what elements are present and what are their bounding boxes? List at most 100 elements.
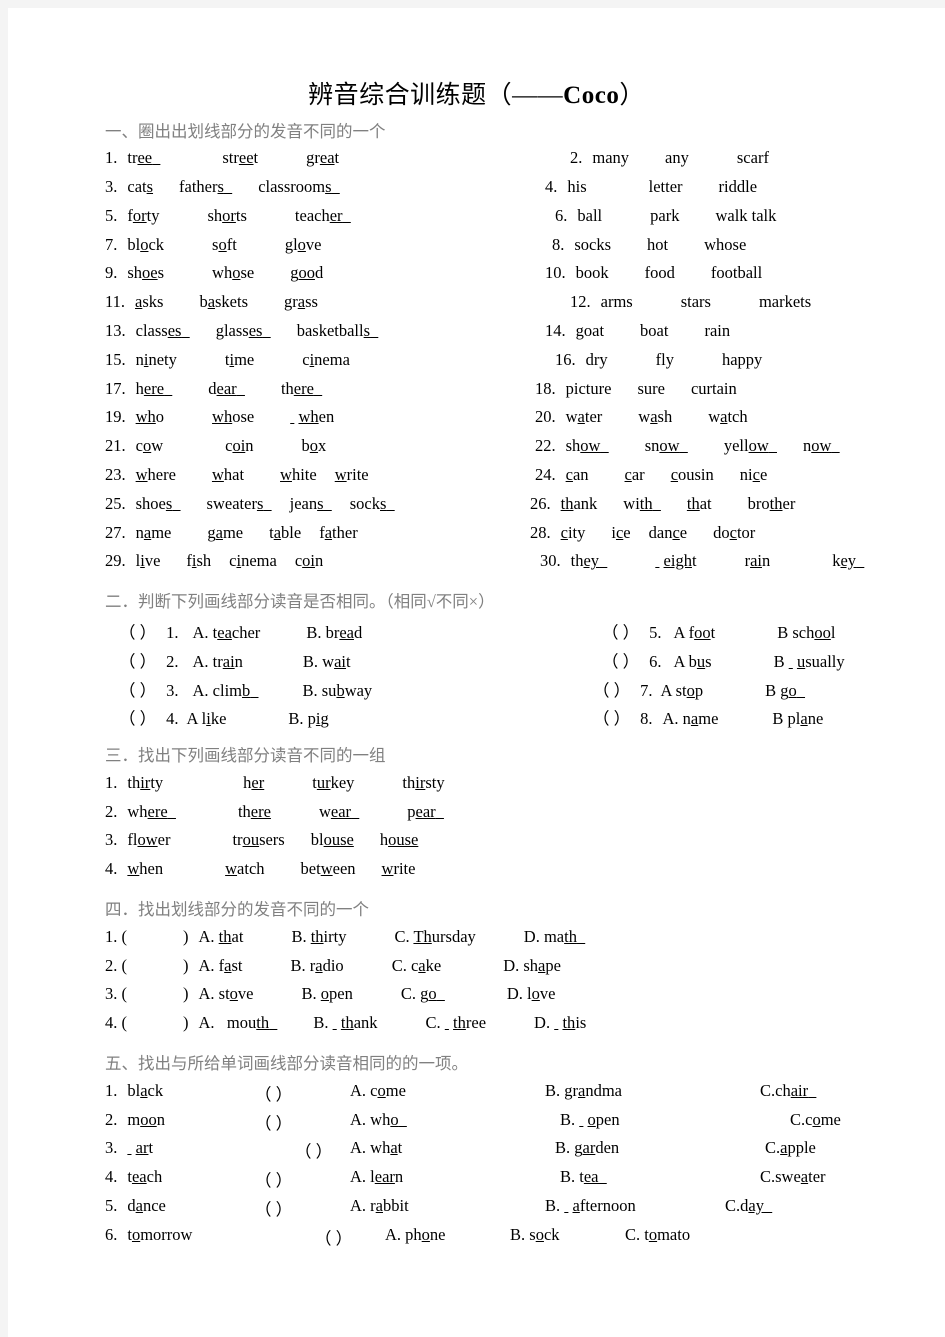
word-token: thirsty [402, 772, 445, 792]
answer-bracket[interactable]: （ ） [602, 623, 639, 642]
word-token: can [565, 465, 589, 485]
answer-bracket[interactable]: （ ） [602, 652, 639, 671]
question-number: 24. [535, 465, 556, 485]
question-row: 21. cow coin box 22. show snow yellow now [105, 436, 945, 465]
question-left: 11. asks baskets grass [105, 292, 318, 312]
word-token: watch [225, 859, 265, 879]
question-number: 22. [535, 436, 556, 456]
option-b: B. open [301, 984, 353, 1004]
word-token: cinema [229, 551, 277, 571]
judgement-right: （ ） 5. A foot B school [602, 619, 835, 643]
answer-bracket[interactable]: （ ） [593, 681, 630, 700]
option-c: C.day [725, 1195, 764, 1215]
group-left: 4. when watch between write [105, 859, 415, 879]
word-token: they [570, 551, 600, 571]
answer-bracket[interactable]: （ ） [255, 1196, 292, 1220]
word-token: city [560, 522, 586, 542]
option-c: C.chair [760, 1080, 809, 1100]
word-token: whose [212, 407, 255, 427]
judgement-left: （ ） 1. A. teacher B. bread [119, 619, 362, 643]
option-a: A like [186, 709, 227, 729]
question-left: 25. shoes sweaters jeans socks [105, 494, 395, 514]
word-token: water [565, 407, 603, 427]
question-number: 1. [166, 622, 179, 642]
question-number: 14. [545, 321, 566, 341]
answer-bracket[interactable]: （ ） [119, 652, 156, 671]
word-token: fish [186, 551, 212, 571]
word-token: rain [704, 321, 731, 341]
option-b: B. thank [313, 1013, 378, 1033]
section-2-rows: （ ） 1. A. teacher B. bread （ ） 5. A foot B scho… [8, 619, 945, 734]
answer-bracket[interactable]: （ ） [119, 709, 156, 728]
prompt-word: tomorrow [127, 1224, 193, 1244]
question-number: 2. ( [105, 955, 127, 975]
choice-row: 2. () A. fast B. radio C. cake D. shape [105, 956, 945, 985]
answer-bracket[interactable]: （ ） [295, 1138, 332, 1162]
option-c: C.apple [765, 1138, 816, 1158]
title-close-paren: ） [619, 82, 645, 109]
question-left: 21. cow coin box [105, 436, 326, 456]
word-token: shoes [135, 493, 173, 513]
word-token: dear [208, 378, 237, 398]
answer-bracket[interactable]: ) [183, 984, 189, 1003]
option-a: A. stove [198, 984, 254, 1004]
answer-bracket[interactable]: （ ） [593, 709, 630, 728]
option-c: C. cake [391, 955, 442, 975]
title-chinese: 辨音综合训练题（—— [308, 82, 564, 109]
question-number: 5. [105, 205, 118, 225]
question-row: 29. live fish cinema coin 30. they eight rain ke… [105, 551, 945, 580]
option-b: B. thirty [291, 926, 347, 946]
group-row: 2. where there wear pear [105, 802, 945, 831]
word-token: his [567, 177, 587, 197]
word-token: table [269, 522, 302, 542]
answer-bracket[interactable]: （ ） [119, 681, 156, 700]
option-b: B. open [560, 1109, 620, 1129]
word-token: scarf [736, 148, 769, 168]
answer-bracket[interactable]: （ ） [255, 1167, 292, 1191]
word-token: tree [127, 148, 153, 168]
word-token: when [298, 407, 335, 427]
answer-bracket[interactable]: （ ） [119, 623, 156, 642]
match-row: 4. teach （ ） A. learn B. tea C.sweater [105, 1167, 945, 1196]
word-token: name [135, 522, 172, 542]
question-number: 9. [105, 263, 118, 283]
word-token: between [300, 859, 356, 879]
answer-bracket[interactable]: ) [183, 927, 189, 946]
option-b: B. sock [510, 1224, 560, 1244]
page-title: 辨音综合训练题（——Coco） [8, 8, 945, 110]
word-token: where [127, 801, 168, 821]
answer-bracket[interactable]: ) [183, 956, 189, 975]
word-token: show [565, 436, 601, 456]
question-row: 17. here dear there 18. picture sure curtain [105, 379, 945, 408]
word-token: shoes [127, 263, 165, 283]
word-token: ninety [135, 349, 177, 369]
question-row: 19. who whose when 20. water wash watch [105, 407, 945, 436]
question-row: 9. shoes whose good 10. book food football [105, 263, 945, 292]
word-token: wash [638, 407, 673, 427]
question-left: 5. forty shorts teacher [105, 206, 351, 226]
prompt-word: black [127, 1080, 164, 1100]
word-token: arms [600, 292, 633, 312]
choice-row: 1. () A. that B. thirty C. Thursday D. math [105, 927, 945, 956]
question-number: 3. [166, 680, 179, 700]
answer-bracket[interactable]: ) [183, 1013, 189, 1032]
question-number: 4. [545, 177, 558, 197]
question-number: 6. [555, 205, 568, 225]
word-token: sweaters [206, 493, 264, 513]
answer-bracket[interactable]: （ ） [255, 1081, 292, 1105]
option-c: C.come [790, 1109, 841, 1129]
question-left: 9. shoes whose good [105, 263, 323, 283]
answer-bracket[interactable]: （ ） [315, 1225, 352, 1249]
question-number: 4. ( [105, 1013, 127, 1033]
match-row: 6. tomorrow （ ） A. phone B. sock C. tomato [105, 1225, 945, 1254]
word-token: great [306, 148, 340, 168]
judgement-row: （ ） 2. A. train B. wait （ ） 6. A bus B usually [105, 648, 945, 677]
question-number: 21. [105, 436, 126, 456]
word-token: curtain [690, 378, 737, 398]
option-b: B. garden [555, 1138, 620, 1158]
option-b: B. radio [290, 955, 344, 975]
question-number: 13. [105, 321, 126, 341]
answer-bracket[interactable]: （ ） [255, 1110, 292, 1134]
question-row: 27. name game table father 28. city ice dance doc… [105, 523, 945, 552]
option-a: A bus [673, 651, 712, 671]
